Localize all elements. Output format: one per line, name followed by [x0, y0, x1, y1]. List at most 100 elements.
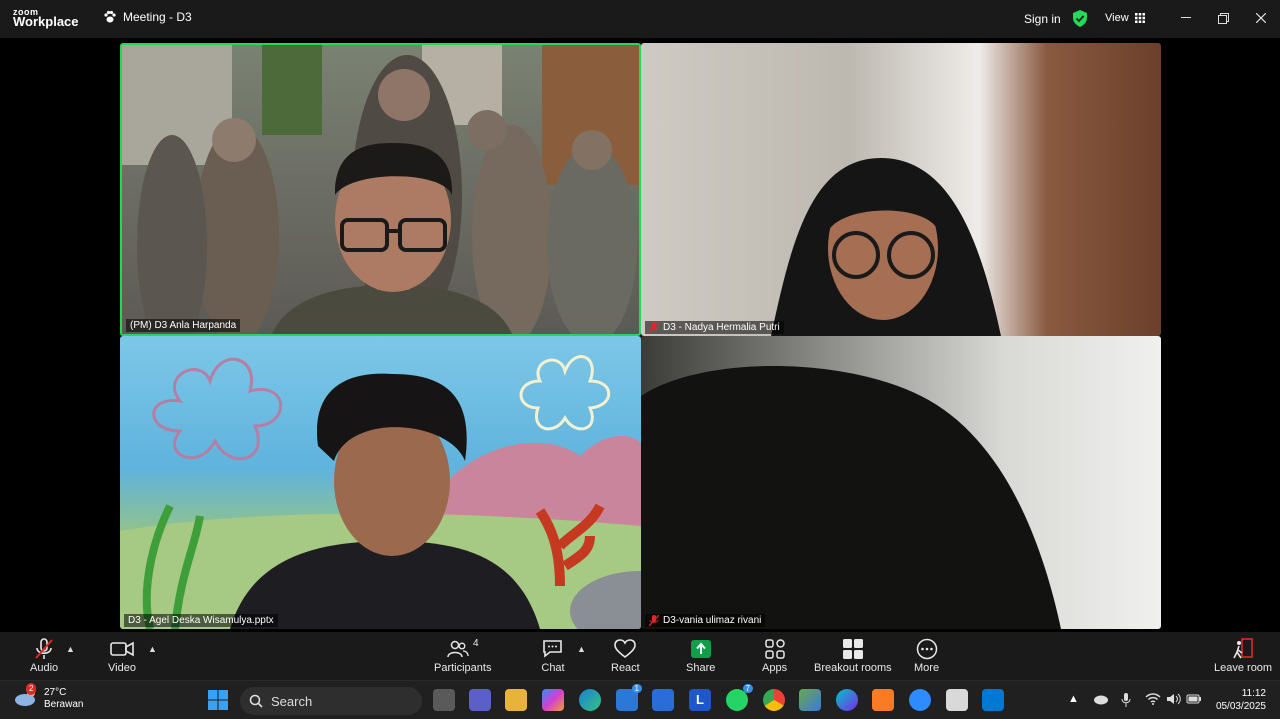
search-placeholder: Search	[271, 693, 313, 709]
apps-label: Apps	[762, 662, 788, 674]
audio-label: Audio	[30, 662, 59, 674]
file-explorer-icon[interactable]	[505, 689, 527, 711]
react-label: React	[611, 662, 640, 674]
weather-icon-wrap: 2	[14, 683, 38, 711]
sign-in-link[interactable]: Sign in	[1024, 12, 1061, 26]
clock-time: 11:12	[1241, 688, 1266, 699]
more-button[interactable]: More	[914, 638, 939, 674]
mic-muted-icon	[649, 322, 659, 333]
weather-temp: 27°C	[44, 687, 67, 698]
restore-icon	[1217, 12, 1229, 24]
view-button[interactable]: View	[1105, 12, 1145, 24]
participant-name: D3 - Agel Deska Wisamulya.pptx	[128, 615, 274, 626]
chat-icon	[543, 640, 562, 658]
breakout-rooms-button[interactable]: Breakout rooms	[814, 638, 892, 674]
l-app-icon[interactable]: L	[689, 689, 711, 711]
clock-date: 05/03/2025	[1215, 701, 1266, 712]
breakout-rooms-label: Breakout rooms	[814, 662, 892, 674]
participants-count: 4	[472, 638, 479, 649]
paw-icon	[104, 10, 116, 23]
onedrive-cloud-icon[interactable]	[1093, 693, 1109, 705]
title-bar: zoom Workplace Meeting - D3 Sign in View	[0, 0, 1280, 38]
edge-icon[interactable]	[579, 689, 601, 711]
mic-muted-icon	[35, 638, 53, 659]
meeting-toolbar: Audio ▲ Video ▲ 4 Participants Chat ▲ Re…	[0, 632, 1280, 680]
weather-widget[interactable]: 2 27°C Berawan	[14, 683, 84, 711]
apps-icon	[764, 639, 785, 659]
participant-name-tag: D3-vania ulimaz rivani	[645, 614, 766, 627]
canva-icon[interactable]	[836, 689, 858, 711]
copilot-icon[interactable]	[542, 689, 564, 711]
audio-button[interactable]: Audio	[30, 638, 58, 674]
store-icon[interactable]: 1	[616, 684, 642, 711]
tray-overflow-chevron-icon[interactable]: ▲	[1068, 693, 1079, 705]
participant-silhouette	[230, 373, 540, 629]
leave-room-button[interactable]: Leave room	[1214, 638, 1272, 674]
store-badge: 1	[631, 684, 642, 693]
participant-silhouette	[272, 143, 512, 334]
taskbar-search[interactable]: Search	[240, 687, 422, 715]
participants-icon-group: 4	[447, 638, 479, 662]
meeting-title: Meeting - D3	[103, 10, 192, 24]
zoom-taskbar-icon[interactable]	[909, 689, 931, 711]
video-tile-2[interactable]: D3 - Nadya Hermalia Putri	[641, 43, 1161, 336]
participant-silhouette	[641, 366, 1061, 629]
video-button[interactable]: Video	[108, 638, 136, 674]
video-label: Video	[108, 662, 136, 674]
more-icon	[916, 638, 937, 660]
participant-name: (PM) D3 Anla Harpanda	[130, 320, 237, 331]
leave-room-label: Leave room	[1214, 662, 1273, 674]
participant-name: D3 - Nadya Hermalia Putri	[663, 322, 780, 333]
video-tile-4[interactable]: D3-vania ulimaz rivani	[641, 336, 1161, 629]
participants-button[interactable]: 4 Participants	[434, 638, 491, 674]
video-options-chevron-icon[interactable]: ▲	[148, 644, 157, 654]
mic-muted-icon	[649, 615, 659, 626]
react-button[interactable]: React	[611, 638, 640, 674]
logo-text-bottom: Workplace	[13, 14, 79, 29]
apps-button[interactable]: Apps	[762, 638, 787, 674]
pen-app-icon[interactable]	[652, 689, 674, 711]
restore-button[interactable]	[1213, 9, 1233, 27]
meeting-title-text: Meeting - D3	[123, 10, 192, 24]
video-tile-1[interactable]: (PM) D3 Anla Harpanda	[120, 43, 641, 336]
close-button[interactable]	[1251, 9, 1271, 27]
xampp-icon[interactable]	[872, 689, 894, 711]
minimize-icon	[1181, 17, 1191, 18]
video-tile-3[interactable]: D3 - Agel Deska Wisamulya.pptx	[120, 336, 641, 629]
microphone-icon[interactable]	[1121, 693, 1131, 707]
share-screen-icon	[690, 640, 711, 658]
participant-name-tag: (PM) D3 Anla Harpanda	[126, 319, 241, 332]
minimize-button[interactable]	[1176, 9, 1196, 27]
shield-icon[interactable]	[1072, 10, 1088, 27]
photos-icon[interactable]	[799, 689, 821, 711]
taskbar-clock[interactable]: 11:12 05/03/2025	[1216, 687, 1266, 713]
weather-desc: Berawan	[44, 699, 84, 710]
snipping-tool-icon[interactable]	[946, 689, 968, 711]
speaker-icon[interactable]	[1166, 693, 1182, 705]
share-label: Share	[686, 662, 716, 674]
whatsapp-icon[interactable]: 7	[726, 684, 753, 711]
task-view-icon[interactable]	[433, 689, 455, 711]
chat-options-chevron-icon[interactable]: ▲	[577, 644, 586, 654]
whatsapp-badge: 7	[742, 684, 753, 693]
chat-button[interactable]: Chat	[541, 638, 565, 674]
heart-icon	[614, 639, 637, 659]
wifi-icon[interactable]	[1145, 693, 1161, 705]
leave-icon	[1233, 638, 1253, 659]
search-icon	[249, 694, 263, 708]
participant-name-tag: D3 - Nadya Hermalia Putri	[645, 321, 784, 334]
participants-icon	[447, 640, 469, 658]
battery-icon[interactable]	[1186, 693, 1202, 705]
participant-name-tag: D3 - Agel Deska Wisamulya.pptx	[124, 614, 278, 627]
video-stage: (PM) D3 Anla Harpanda D3 - Nadya Hermali…	[0, 38, 1280, 632]
chat-label: Chat	[541, 662, 565, 674]
windows-start-icon[interactable]	[207, 689, 229, 711]
audio-options-chevron-icon[interactable]: ▲	[66, 644, 75, 654]
zoom-logo: zoom Workplace	[13, 7, 79, 29]
chrome-icon[interactable]	[763, 689, 785, 711]
teams-icon[interactable]	[469, 689, 491, 711]
share-button[interactable]: Share	[686, 638, 715, 674]
windows-taskbar: 2 27°C Berawan Search 1 L 7 ▲ 11:12 05/0…	[0, 680, 1280, 719]
vscode-icon[interactable]	[982, 689, 1004, 711]
participant-silhouette	[771, 158, 1001, 336]
